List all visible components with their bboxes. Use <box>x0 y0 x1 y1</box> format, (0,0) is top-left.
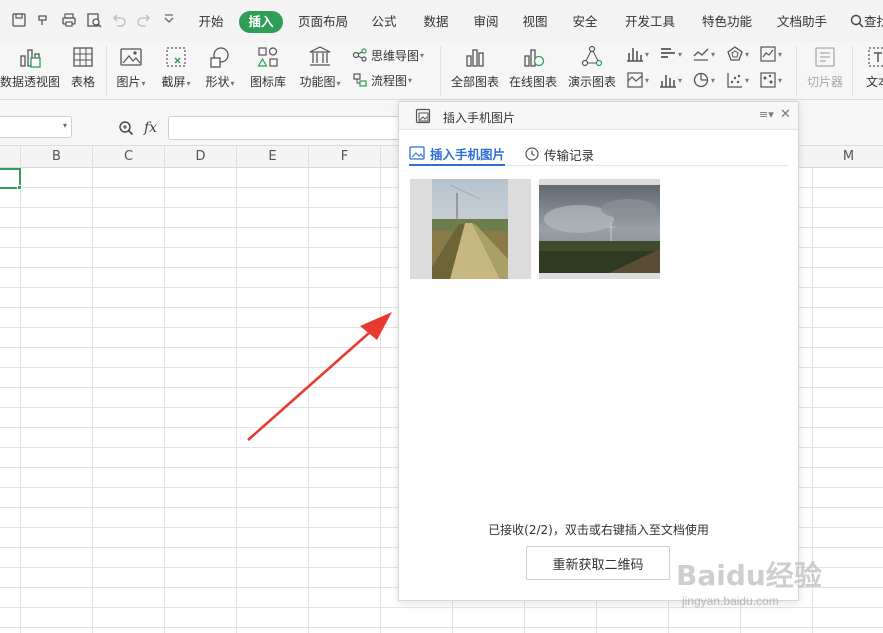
field-path-photo <box>410 179 531 279</box>
receive-status-text: 已接收(2/2)，双击或右键插入至文档使用 <box>488 523 709 537</box>
panel-tabs: 插入手机图片 传输记录 <box>409 142 789 166</box>
tab-label: 传输记录 <box>544 147 595 163</box>
phone-picture-thumbnail[interactable] <box>410 179 531 279</box>
tab-transfer-history[interactable]: 传输记录 <box>525 142 594 166</box>
phone-picture-thumbnail[interactable] <box>539 179 660 279</box>
image-icon <box>409 146 425 160</box>
close-icon[interactable]: ✕ <box>780 107 791 122</box>
cloudy-field-photo <box>539 179 660 279</box>
tab-label: 插入手机图片 <box>430 146 506 162</box>
clock-icon <box>525 147 539 161</box>
panel-header: 插入手机图片 ≡▾ ✕ <box>399 102 798 130</box>
panel-menu-icon[interactable]: ≡▾ <box>759 108 774 121</box>
insert-phone-picture-panel: 插入手机图片 ≡▾ ✕ 插入手机图片 传输记录 已接收(2/2)，双击或右键插入… <box>398 101 799 601</box>
tab-insert-phone-picture[interactable]: 插入手机图片 <box>409 142 506 166</box>
panel-title: 插入手机图片 <box>443 111 516 125</box>
phone-picture-icon <box>415 108 431 124</box>
regenerate-qr-code-button[interactable]: 重新获取二维码 <box>526 546 670 580</box>
